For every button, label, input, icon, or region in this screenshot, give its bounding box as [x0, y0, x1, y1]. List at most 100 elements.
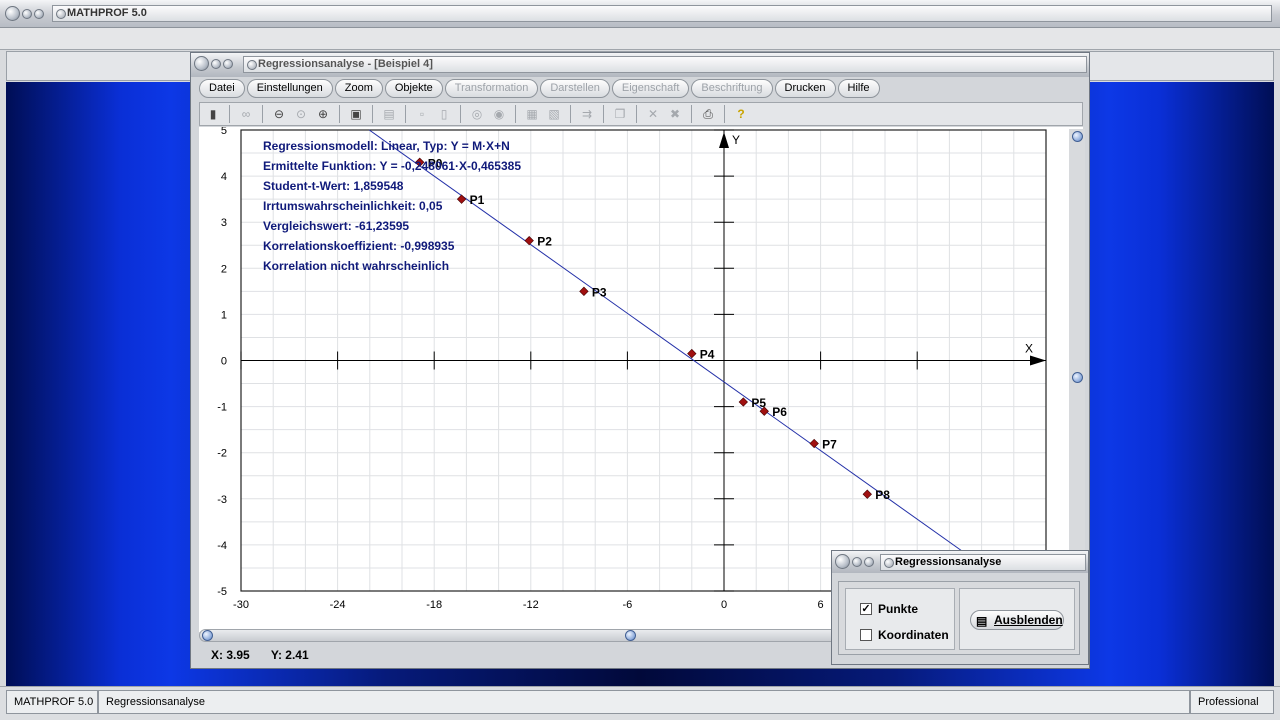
delete-icon[interactable]: ✕ — [644, 105, 662, 123]
main-menubar — [0, 28, 1280, 50]
data-point-p3 — [579, 286, 589, 297]
data-point-p5 — [738, 397, 748, 407]
y-axis-arrow — [719, 132, 729, 148]
maximize-icon[interactable] — [34, 9, 44, 19]
y-axis-label: Y — [732, 133, 740, 147]
coords-checkbox[interactable] — [860, 629, 872, 641]
window-controls[interactable] — [5, 6, 44, 21]
delete-all-icon[interactable]: ✖ — [666, 105, 684, 123]
points-checkbox-row[interactable]: ✓ Punkte — [860, 602, 918, 616]
menu-transformation[interactable]: Transformation — [444, 79, 539, 98]
close-icon[interactable] — [194, 56, 209, 71]
y-tick-label: -4 — [217, 540, 227, 552]
zoom-in-icon[interactable]: ⊕ — [314, 105, 332, 123]
menu-objekte[interactable]: Objekte — [384, 79, 443, 98]
info-line: Vergleichswert: -61,23595 — [263, 219, 409, 233]
menu-datei[interactable]: Datei — [199, 79, 245, 98]
zoom-reset-icon[interactable]: ⊙ — [292, 105, 310, 123]
vertical-scrollbar[interactable] — [1069, 129, 1085, 559]
y-tick-label: 5 — [221, 127, 227, 137]
hide-icon: ▤ — [976, 614, 988, 628]
x-tick-label: -18 — [426, 599, 442, 611]
info-line: Regressionsmodell: Linear, Typ: Y = M·X+… — [263, 139, 510, 153]
x-tick-label: 6 — [818, 599, 824, 611]
close-icon[interactable] — [835, 554, 850, 569]
coordinate-readout: X: 3.95 Y: 2.41 — [199, 645, 839, 665]
window-titlebar[interactable]: Regressionsanalyse - [Beispiel 4] — [191, 53, 1089, 77]
y-tick-label: -3 — [217, 494, 227, 506]
rotate-left-icon[interactable]: ◎ — [468, 105, 486, 123]
point-label-p4: P4 — [700, 348, 715, 362]
point-label-p7: P7 — [822, 437, 837, 451]
x-tick-label: -24 — [330, 599, 346, 611]
minimize-icon[interactable] — [852, 557, 862, 567]
close-icon[interactable] — [5, 6, 20, 21]
status-module: Regressionsanalyse — [98, 690, 1190, 714]
data-point-p2 — [524, 235, 534, 246]
point-label-p1: P1 — [470, 193, 485, 207]
scroll-left-icon[interactable] — [202, 630, 213, 641]
menu-einstellungen[interactable]: Einstellungen — [246, 79, 333, 98]
object-icon[interactable]: ▫ — [413, 105, 431, 123]
maximize-icon[interactable] — [864, 557, 874, 567]
help-icon[interactable]: ? — [732, 105, 750, 123]
menu-beschriftung[interactable]: Beschriftung — [691, 79, 773, 98]
menu-hilfe[interactable]: Hilfe — [837, 79, 880, 98]
object-pair-icon[interactable]: ▯ — [435, 105, 453, 123]
document-icon[interactable]: ▧ — [545, 105, 563, 123]
minimize-icon[interactable] — [22, 9, 32, 19]
window-title: Regressionsanalyse - [Beispiel 4] — [243, 56, 1087, 73]
y-tick-label: -5 — [217, 586, 227, 598]
print-icon[interactable]: ⎙ — [699, 105, 717, 123]
info-line: Korrelation nicht wahrscheinlich — [263, 259, 449, 273]
info-line: Ermittelte Funktion: Y = -0,248061·X-0,4… — [263, 159, 521, 173]
points-label: Punkte — [878, 602, 919, 616]
maximize-icon[interactable] — [223, 59, 233, 69]
point-label-p8: P8 — [875, 488, 890, 502]
coords-checkbox-row[interactable]: Koordinaten — [860, 628, 949, 642]
hide-button-label: Ausblenden — [994, 613, 1063, 627]
x-tick-label: -12 — [523, 599, 539, 611]
regression-dialog: Regressionsanalyse ✓ Punkte Koordinaten … — [831, 550, 1089, 665]
main-titlebar: MATHPROF 5.0 — [0, 0, 1280, 28]
menu-darstellen[interactable]: Darstellen — [540, 79, 610, 98]
point-label-p6: P6 — [772, 405, 787, 419]
toolbar: ▮ ∞ ⊖ ⊙ ⊕ ▣ ▤ ▫ ▯ ◎ ◉ ▦ ▧ ⇉ ❐ ✕ ✖ ⎙ ? — [199, 102, 1083, 126]
export-icon[interactable]: ⇉ — [578, 105, 596, 123]
minimize-icon[interactable] — [211, 59, 221, 69]
points-checkbox[interactable]: ✓ — [860, 603, 872, 615]
dialog-title: Regressionsanalyse — [880, 554, 1086, 571]
table-icon[interactable]: ▦ — [523, 105, 541, 123]
info-line: Irrtumswahrscheinlichkeit: 0,05 — [263, 199, 443, 213]
menu-eigenschaft[interactable]: Eigenschaft — [611, 79, 690, 98]
y-tick-label: 2 — [221, 263, 227, 275]
scroll-h-thumb[interactable] — [625, 630, 636, 641]
coords-label: Koordinaten — [878, 628, 949, 642]
menu-zoom[interactable]: Zoom — [334, 79, 383, 98]
menu-drucken[interactable]: Drucken — [774, 79, 836, 98]
scroll-thumb[interactable] — [1072, 372, 1083, 383]
x-axis-arrow — [1030, 355, 1046, 366]
window-controls[interactable] — [194, 56, 233, 71]
rotate-right-icon[interactable]: ◉ — [490, 105, 508, 123]
settings-icon[interactable]: ▣ — [347, 105, 365, 123]
x-tick-label: -6 — [623, 599, 633, 611]
status-edition: Professional — [1190, 690, 1274, 714]
glasses-icon[interactable]: ∞ — [237, 105, 255, 123]
coord-x: X: 3.95 — [211, 648, 250, 662]
data-point-p1 — [456, 194, 467, 204]
dialog-titlebar[interactable]: Regressionsanalyse — [832, 551, 1088, 573]
calculator-icon[interactable]: ▮ — [204, 105, 222, 123]
x-axis-label: X — [1025, 342, 1033, 356]
coord-y: Y: 2.41 — [270, 648, 309, 662]
info-line: Korrelationskoeffizient: -0,998935 — [263, 239, 455, 253]
window-icon[interactable]: ▤ — [380, 105, 398, 123]
data-point-p8 — [862, 489, 872, 499]
hide-button[interactable]: ▤ Ausblenden — [970, 610, 1064, 630]
x-tick-label: -30 — [233, 599, 249, 611]
y-tick-label: -2 — [217, 448, 227, 460]
scroll-up-icon[interactable] — [1072, 131, 1083, 142]
copy-icon[interactable]: ❐ — [611, 105, 629, 123]
dialog-controls[interactable] — [835, 554, 874, 569]
zoom-out-icon[interactable]: ⊖ — [270, 105, 288, 123]
